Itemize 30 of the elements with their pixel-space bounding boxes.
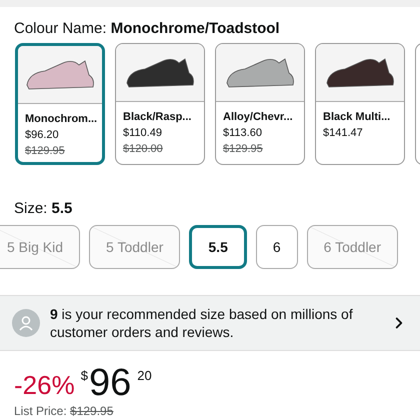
discount-percentage: -26% (14, 369, 75, 402)
swatch-price: $141.47 (323, 126, 364, 141)
swatch-price: $113.60 (223, 126, 263, 141)
size-option[interactable]: 6 (256, 225, 298, 269)
size-label: Size: (14, 200, 48, 217)
colour-swatch[interactable]: Monochrom... $96.20 $129.95 (15, 43, 105, 165)
swatch-price: $110.49 (123, 126, 163, 141)
colour-label: Colour Name: (14, 20, 108, 37)
colour-value: Monochrome/Toadstool (110, 20, 280, 37)
swatch-list-price: $129.95 (25, 144, 66, 159)
size-recommendation-banner[interactable]: 9 is your recommended size based on millions of customer orders and reviews. (0, 295, 420, 351)
list-price: $129.95 (70, 404, 114, 418)
colour-swatch[interactable]: Black/Rasp... $110.49 $120.00 (115, 43, 205, 165)
swatch-name: Black/Rasp... (123, 110, 192, 125)
swatch-name: Alloy/Chevr... (223, 110, 294, 125)
swatch-price: $96.20 (25, 128, 60, 143)
swatch-name: Monochrom... (25, 112, 95, 127)
colour-swatch[interactable]: Black Multi... $141.47 (315, 43, 405, 165)
price-currency: $ (80, 369, 88, 382)
recommendation-text: 9 is your recommended size based on millions of customer orders and reviews. (50, 305, 354, 341)
swatch-name: Black Multi... (323, 110, 392, 125)
avatar-icon (12, 309, 40, 337)
colour-swatch[interactable]: Alloy/Chevr... $113.60 $129.95 (215, 43, 305, 165)
list-price-label: List Price: (14, 404, 68, 418)
price-fraction: 20 (137, 369, 152, 382)
size-option[interactable]: 5.5 (189, 225, 247, 269)
swatch-list-price: $120.00 (123, 142, 164, 157)
size-value: 5.5 (52, 200, 72, 217)
price-whole: 96 (88, 363, 132, 403)
swatch-list-price: $129.95 (223, 142, 264, 157)
